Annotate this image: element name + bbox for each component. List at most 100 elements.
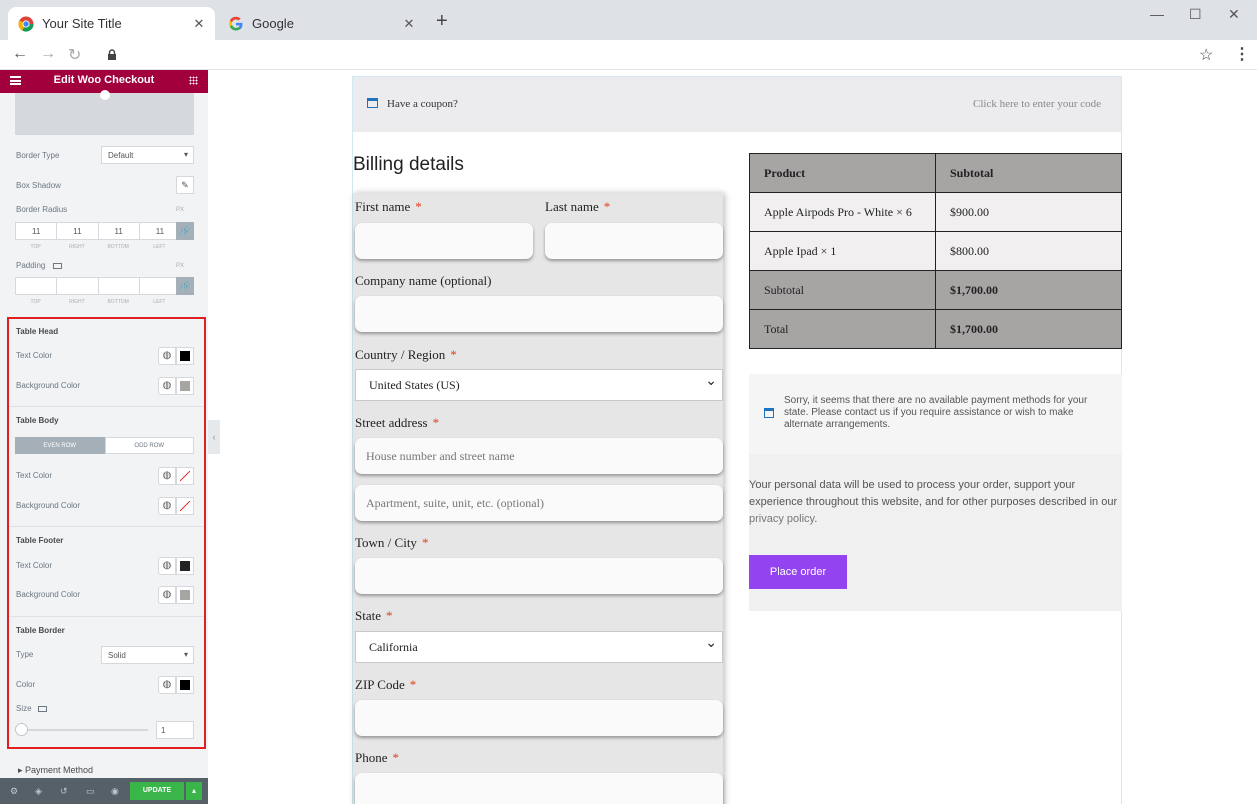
- street-input[interactable]: House number and street name: [355, 438, 723, 474]
- street2-input[interactable]: Apartment, suite, unit, etc. (optional): [355, 485, 723, 521]
- even-row-tab[interactable]: EVEN ROW: [15, 437, 105, 454]
- maximize-button[interactable]: ☐: [1189, 6, 1202, 23]
- border-color-swatch[interactable]: [176, 676, 194, 694]
- subtotal-cell: $800.00: [935, 231, 1122, 271]
- first-name-label: First name *: [355, 199, 422, 215]
- save-options-arrow-icon[interactable]: ▴: [186, 782, 202, 800]
- label-text: Country / Region: [355, 347, 446, 362]
- company-input[interactable]: [355, 296, 723, 332]
- lock-icon: [107, 47, 117, 60]
- desktop-icon[interactable]: [38, 706, 47, 712]
- privacy-policy-link[interactable]: privacy policy: [749, 513, 814, 525]
- new-tab-button[interactable]: +: [436, 10, 448, 33]
- subtotal-cell: $900.00: [935, 192, 1122, 232]
- bookmark-star-icon[interactable]: ☆: [1199, 45, 1213, 65]
- last-name-label: Last name *: [545, 199, 610, 215]
- swatch-fill: [180, 381, 190, 391]
- close-tab-icon[interactable]: ✕: [397, 16, 421, 32]
- panel-title: Edit Woo Checkout: [53, 74, 155, 86]
- head-text-color-swatch[interactable]: [176, 347, 194, 365]
- globe-icon[interactable]: ◍: [158, 377, 176, 395]
- odd-row-tab[interactable]: ODD ROW: [104, 437, 194, 454]
- padding-top-input[interactable]: [15, 277, 57, 295]
- border-color-label: Color: [16, 680, 36, 689]
- privacy-text: Your personal data will be used to proce…: [749, 477, 1122, 528]
- link-values-icon[interactable]: 🔗: [176, 222, 194, 240]
- settings-gear-icon[interactable]: ⚙: [10, 786, 18, 797]
- minimize-button[interactable]: —: [1150, 6, 1164, 22]
- reload-button[interactable]: ↻: [68, 45, 81, 65]
- globe-icon[interactable]: ◍: [158, 557, 176, 575]
- coupon-link[interactable]: Click here to enter your code: [973, 98, 1101, 110]
- place-order-button[interactable]: Place order: [749, 555, 847, 589]
- hamburger-menu-icon[interactable]: [10, 76, 21, 85]
- border-type-select[interactable]: Default: [101, 146, 194, 164]
- size-input[interactable]: 1: [156, 721, 194, 739]
- background-color-label: Background Color: [16, 590, 81, 599]
- last-name-input[interactable]: [545, 223, 723, 259]
- radius-left-input[interactable]: [138, 222, 180, 240]
- tab-google[interactable]: Google ✕: [218, 7, 425, 40]
- update-button[interactable]: UPDATE: [130, 782, 184, 800]
- radius-bottom-input[interactable]: [97, 222, 139, 240]
- country-select[interactable]: United States (US): [355, 369, 723, 401]
- required-mark: *: [386, 608, 393, 623]
- navigator-layers-icon[interactable]: ◈: [35, 786, 42, 797]
- tab-title: Google: [252, 16, 294, 31]
- zip-input[interactable]: [355, 700, 723, 736]
- padding-unit[interactable]: PX: [176, 263, 184, 269]
- phone-input[interactable]: [355, 773, 723, 804]
- browser-menu-icon[interactable]: ⋮: [1234, 44, 1250, 64]
- state-select[interactable]: California: [355, 631, 723, 663]
- table-head-title: Table Head: [16, 327, 59, 336]
- tab-your-site-title[interactable]: Your Site Title ✕: [8, 7, 215, 40]
- size-slider-track[interactable]: [20, 729, 148, 731]
- footer-bg-color-swatch[interactable]: [176, 586, 194, 604]
- padding-right-input[interactable]: [56, 277, 98, 295]
- order-review-table: Product Subtotal Apple Airpods Pro - Whi…: [749, 153, 1122, 349]
- first-name-input[interactable]: [355, 223, 533, 259]
- border-style-select[interactable]: Solid: [101, 646, 194, 664]
- size-slider-handle[interactable]: [15, 723, 28, 736]
- globe-icon[interactable]: ◍: [158, 467, 176, 485]
- link-values-icon[interactable]: 🔗: [176, 277, 194, 295]
- globe-icon[interactable]: ◍: [158, 497, 176, 515]
- background-color-label: Background Color: [16, 381, 81, 390]
- radius-right-input[interactable]: [56, 222, 98, 240]
- city-input[interactable]: [355, 558, 723, 594]
- head-bg-color-swatch[interactable]: [176, 377, 194, 395]
- globe-icon[interactable]: ◍: [158, 347, 176, 365]
- label-text: Last name: [545, 199, 599, 214]
- padding-left-input[interactable]: [138, 277, 180, 295]
- label-text: ZIP Code: [355, 677, 405, 692]
- desktop-icon[interactable]: [53, 263, 62, 269]
- collapse-panel-toggle[interactable]: ‹: [208, 420, 220, 454]
- forward-button[interactable]: →: [40, 45, 56, 63]
- product-name: Apple Airpods Pro - White: [764, 204, 894, 219]
- divider: [9, 616, 204, 617]
- border-radius-unit[interactable]: PX: [176, 207, 184, 213]
- product-header: Product: [749, 153, 936, 193]
- preview-eye-icon[interactable]: ◉: [111, 786, 119, 797]
- widgets-grid-icon[interactable]: [189, 76, 198, 85]
- history-icon[interactable]: ↺: [60, 786, 68, 797]
- radius-top-input[interactable]: [15, 222, 57, 240]
- close-tab-icon[interactable]: ✕: [187, 16, 211, 32]
- padding-bottom-input[interactable]: [97, 277, 139, 295]
- globe-icon[interactable]: ◍: [158, 586, 176, 604]
- footer-text-color-swatch[interactable]: [176, 557, 194, 575]
- back-button[interactable]: ←: [12, 45, 28, 63]
- window-close-button[interactable]: ✕: [1228, 6, 1240, 23]
- body-bg-color-swatch[interactable]: [176, 497, 194, 515]
- text-color-label: Text Color: [16, 471, 53, 480]
- globe-icon[interactable]: ◍: [158, 676, 176, 694]
- responsive-mode-icon[interactable]: ▭: [86, 786, 95, 797]
- table-row: Apple Airpods Pro - White × 6 $900.00: [749, 192, 1122, 232]
- edit-pencil-icon[interactable]: ✎: [176, 176, 194, 194]
- swatch-fill: [180, 471, 190, 481]
- border-size-label: Size: [16, 704, 32, 713]
- body-text-color-swatch[interactable]: [176, 467, 194, 485]
- required-mark: *: [432, 415, 440, 430]
- billing-form: First name * Last name * Company name (opt…: [353, 193, 723, 804]
- payment-method-section[interactable]: ▸ Payment Method: [18, 765, 93, 776]
